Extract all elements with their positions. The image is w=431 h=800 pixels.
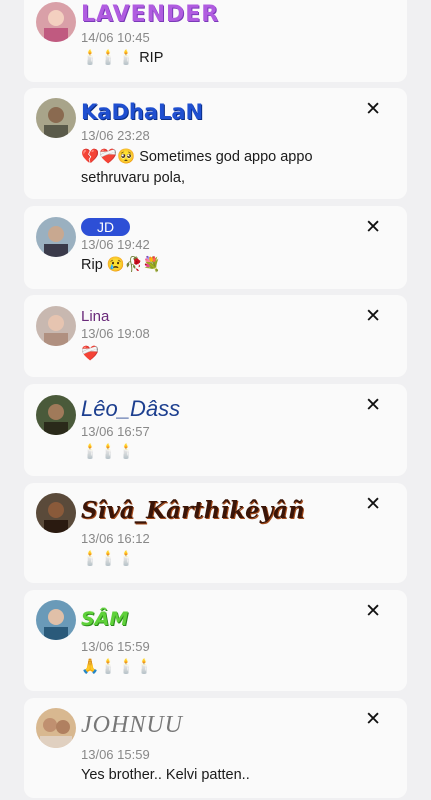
commenter-name[interactable]: LAVENDER — [81, 2, 219, 27]
comment-timestamp: 13/06 15:59 — [81, 639, 150, 654]
close-icon[interactable]: ✕ — [365, 710, 381, 729]
close-icon[interactable]: ✕ — [365, 218, 381, 237]
commenter-name[interactable]: SÂM — [81, 608, 128, 630]
comment-card: Sîvâ_Kârthîkêyâñ ✕ 13/06 16:12 🕯️🕯️🕯️ — [24, 483, 407, 583]
avatar[interactable] — [36, 600, 76, 640]
comment-message: 🙏🕯️🕯️🕯️ — [81, 659, 154, 675]
comment-message: 💔❤️‍🩹🥺 Sometimes god appo appo sethruvar… — [81, 149, 313, 186]
comment-card: KaDhaLaN ✕ 13/06 23:28 💔❤️‍🩹🥺 Sometimes … — [24, 88, 407, 199]
avatar[interactable] — [36, 217, 76, 257]
commenter-name[interactable]: JOHNUU — [81, 712, 183, 739]
comment-card: LAVENDER 14/06 10:45 🕯️🕯️🕯️ RIP — [24, 0, 407, 82]
comment-message: 🕯️🕯️🕯️ — [81, 444, 136, 460]
avatar[interactable] — [36, 708, 76, 748]
close-icon[interactable]: ✕ — [365, 602, 381, 621]
comment-timestamp: 13/06 16:12 — [81, 531, 150, 546]
comment-card: JOHNUU ✕ 13/06 15:59 Yes brother.. Kelvi… — [24, 698, 407, 798]
comment-timestamp: 14/06 10:45 — [81, 30, 150, 45]
comment-message: Yes brother.. Kelvi patten.. — [81, 767, 250, 783]
avatar[interactable] — [36, 2, 76, 42]
comment-message: 🕯️🕯️🕯️ RIP — [81, 50, 164, 66]
avatar[interactable] — [36, 493, 76, 533]
commenter-name[interactable]: KaDhaLaN — [81, 100, 203, 124]
comment-message: Rip 😢🥀💐 — [81, 257, 161, 273]
comment-timestamp: 13/06 23:28 — [81, 128, 150, 143]
comment-card: Lina ✕ 13/06 19:08 ❤️‍🩹 — [24, 295, 407, 377]
avatar[interactable] — [36, 98, 76, 138]
close-icon[interactable]: ✕ — [365, 100, 381, 119]
comment-timestamp: 13/06 15:59 — [81, 747, 150, 762]
comment-message: 🕯️🕯️🕯️ — [81, 551, 136, 567]
avatar[interactable] — [36, 306, 76, 346]
comment-timestamp: 13/06 19:42 — [81, 237, 150, 252]
close-icon[interactable]: ✕ — [365, 396, 381, 415]
comment-message: ❤️‍🩹 — [81, 346, 100, 362]
comment-card: JD ✕ 13/06 19:42 Rip 😢🥀💐 — [24, 206, 407, 289]
close-icon[interactable]: ✕ — [365, 495, 381, 514]
close-icon[interactable]: ✕ — [365, 307, 381, 326]
comment-card: Lêo_Dâss ✕ 13/06 16:57 🕯️🕯️🕯️ — [24, 384, 407, 476]
avatar[interactable] — [36, 395, 76, 435]
commenter-name[interactable]: Sîvâ_Kârthîkêyâñ — [81, 497, 305, 524]
comment-timestamp: 13/06 19:08 — [81, 326, 150, 341]
comment-timestamp: 13/06 16:57 — [81, 424, 150, 439]
commenter-name[interactable]: Lêo_Dâss — [81, 396, 180, 422]
commenter-name[interactable]: Lina — [81, 308, 109, 325]
comment-card: SÂM ✕ 13/06 15:59 🙏🕯️🕯️🕯️ — [24, 590, 407, 691]
commenter-name[interactable]: JD — [81, 218, 131, 236]
